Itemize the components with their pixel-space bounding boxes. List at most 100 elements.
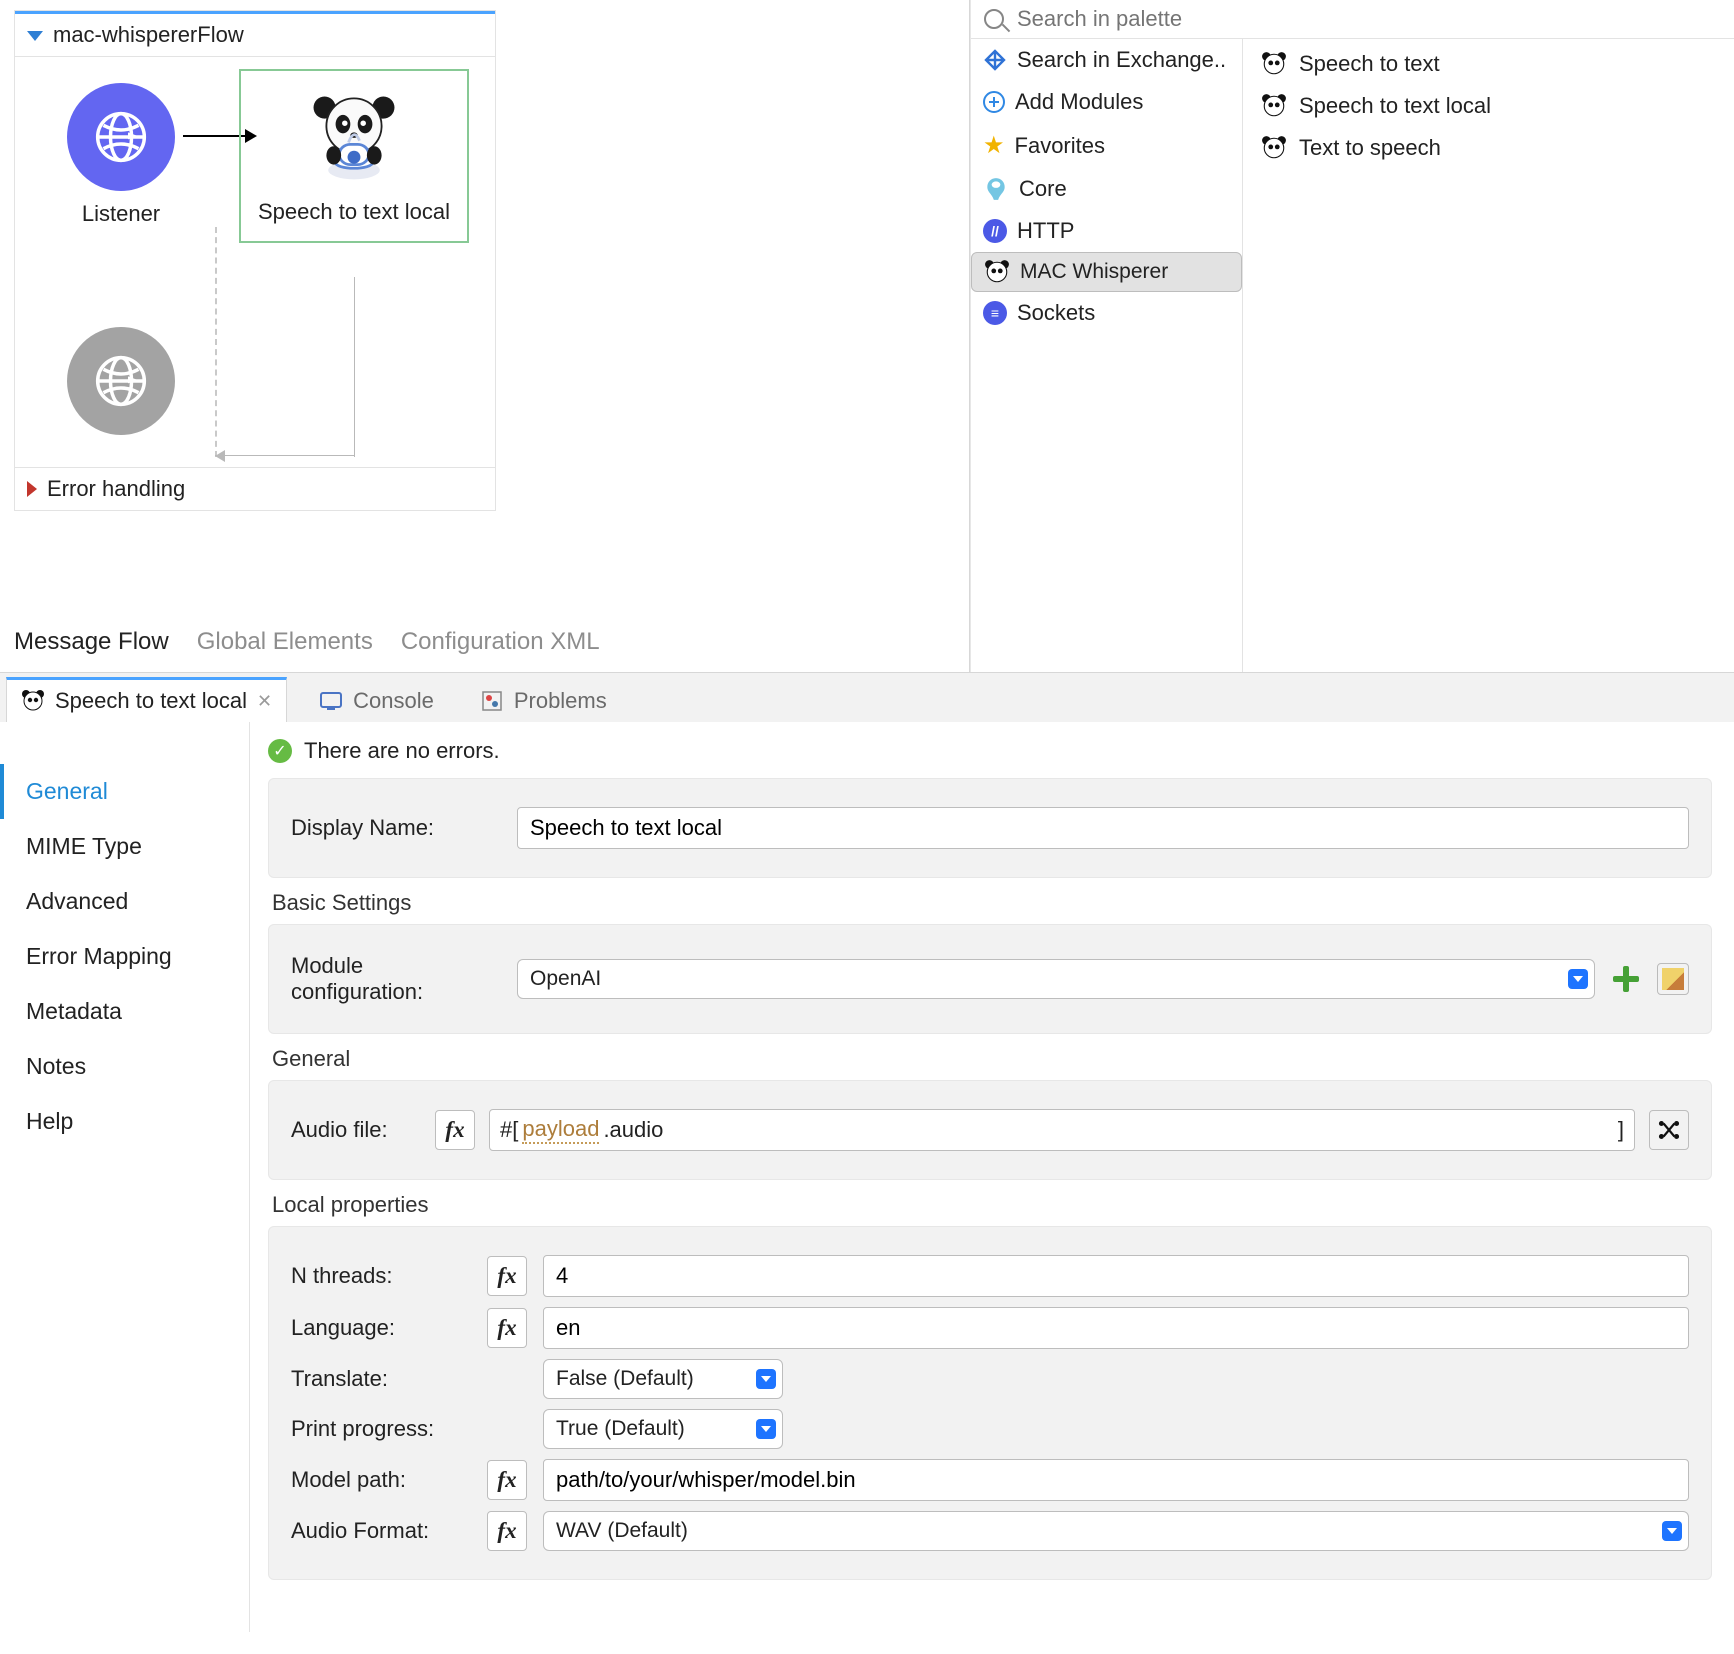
language-input[interactable] — [543, 1307, 1689, 1349]
flow-header[interactable]: mac-whispererFlow — [15, 11, 495, 57]
audio-format-label: Audio Format: — [291, 1518, 471, 1544]
language-label: Language: — [291, 1315, 471, 1341]
dataweave-icon — [1656, 1117, 1682, 1143]
palette-cat-add-modules[interactable]: Add Modules — [971, 81, 1242, 123]
sockets-icon: ≡ — [983, 301, 1007, 325]
close-icon[interactable]: ✕ — [257, 691, 272, 712]
problems-icon — [480, 689, 504, 713]
bottom-tab-problems[interactable]: Problems — [466, 680, 621, 722]
nav-help[interactable]: Help — [0, 1094, 249, 1149]
panda-mini-icon — [1261, 93, 1287, 119]
nav-notes[interactable]: Notes — [0, 1039, 249, 1094]
op-speech-to-text-local[interactable]: Speech to text local — [1243, 85, 1734, 127]
translate-value: False (Default) — [556, 1367, 694, 1391]
display-name-label: Display Name: — [291, 815, 501, 841]
palette-cat-core[interactable]: Core — [971, 168, 1242, 210]
editor-tabs: Message Flow Global Elements Configurati… — [14, 622, 600, 662]
nav-metadata[interactable]: Metadata — [0, 984, 249, 1039]
globe-icon — [93, 109, 149, 165]
nav-mime-type[interactable]: MIME Type — [0, 819, 249, 874]
plus-circle-icon — [983, 91, 1005, 113]
edit-config-button[interactable] — [1657, 963, 1689, 995]
palette-cat-label: Core — [1019, 176, 1067, 202]
listener-node[interactable]: Listener — [21, 83, 221, 227]
globe-grey-icon — [93, 353, 149, 409]
fx-button[interactable]: fx — [487, 1308, 527, 1348]
module-config-select[interactable]: OpenAI — [517, 959, 1595, 999]
general-title: General — [272, 1046, 1708, 1072]
panda-mini-icon — [1261, 135, 1287, 161]
n-threads-input[interactable] — [543, 1255, 1689, 1297]
error-handling-section[interactable]: Error handling — [15, 467, 495, 510]
display-name-input[interactable] — [517, 807, 1689, 849]
op-label: Speech to text local — [1299, 93, 1491, 119]
chevron-down-icon — [1662, 1521, 1682, 1541]
panda-mini-icon — [984, 259, 1010, 285]
palette-cat-http[interactable]: // HTTP — [971, 210, 1242, 252]
properties-side-nav: General MIME Type Advanced Error Mapping… — [0, 722, 250, 1632]
expand-caret-icon[interactable] — [27, 481, 37, 497]
core-icon — [983, 176, 1009, 202]
palette-cat-sockets[interactable]: ≡ Sockets — [971, 292, 1242, 334]
op-speech-to-text[interactable]: Speech to text — [1243, 43, 1734, 85]
module-config-value: OpenAI — [530, 967, 601, 991]
dataweave-button[interactable] — [1649, 1110, 1689, 1150]
error-placeholder-node[interactable] — [21, 327, 221, 435]
flow-canvas[interactable]: mac-whispererFlow Li — [0, 0, 970, 672]
tab-configuration-xml[interactable]: Configuration XML — [401, 622, 600, 662]
nav-general[interactable]: General — [0, 764, 249, 819]
bottom-tab-label: Console — [353, 688, 434, 714]
bottom-tab-console[interactable]: Console — [305, 680, 448, 722]
palette-operation-list: Speech to text Speech to text local Text… — [1243, 39, 1734, 672]
flow-title: mac-whispererFlow — [53, 22, 244, 48]
flow-card: mac-whispererFlow Li — [14, 10, 496, 511]
tab-global-elements[interactable]: Global Elements — [197, 622, 373, 662]
audio-file-expression-input[interactable]: #[ payload .audio ] — [489, 1109, 1635, 1151]
error-handling-label: Error handling — [47, 476, 185, 502]
basic-settings-title: Basic Settings — [272, 890, 1708, 916]
op-text-to-speech[interactable]: Text to speech — [1243, 127, 1734, 169]
listener-label: Listener — [21, 201, 221, 227]
chevron-down-icon — [756, 1369, 776, 1389]
palette-search-input[interactable] — [1017, 6, 1724, 32]
op-label: Speech to text — [1299, 51, 1440, 77]
palette-cat-favorites[interactable]: ★ Favorites — [971, 123, 1242, 168]
stt-local-label: Speech to text local — [251, 199, 457, 225]
palette-cat-search-exchange[interactable]: Search in Exchange.. — [971, 39, 1242, 81]
bottom-tab-stt-local[interactable]: Speech to text local ✕ — [6, 677, 287, 722]
expr-token: payload — [522, 1116, 599, 1144]
properties-panel: General MIME Type Advanced Error Mapping… — [0, 722, 1734, 1632]
chevron-down-icon — [756, 1419, 776, 1439]
fx-button[interactable]: fx — [487, 1256, 527, 1296]
palette-cat-mac-whisperer[interactable]: MAC Whisperer — [971, 252, 1242, 292]
panda-mini-icon — [1261, 51, 1287, 77]
audio-format-select[interactable]: WAV (Default) — [543, 1511, 1689, 1551]
model-path-input[interactable] — [543, 1459, 1689, 1501]
expr-suffix: .audio — [603, 1117, 663, 1143]
palette-cat-label: Sockets — [1017, 300, 1095, 326]
bottom-tab-bar: Speech to text local ✕ Console Problems — [0, 672, 1734, 722]
add-config-button[interactable] — [1611, 964, 1641, 994]
palette-category-list: Search in Exchange.. Add Modules ★ Favor… — [971, 39, 1243, 672]
status-text: There are no errors. — [304, 738, 500, 764]
print-progress-select[interactable]: True (Default) — [543, 1409, 783, 1449]
chevron-down-icon — [1568, 969, 1588, 989]
tab-message-flow[interactable]: Message Flow — [14, 622, 169, 662]
panda-mini-icon — [21, 689, 45, 713]
fx-button[interactable]: fx — [487, 1460, 527, 1500]
audio-format-value: WAV (Default) — [556, 1519, 688, 1543]
nav-error-mapping[interactable]: Error Mapping — [0, 929, 249, 984]
nav-advanced[interactable]: Advanced — [0, 874, 249, 929]
fx-button[interactable]: fx — [487, 1511, 527, 1551]
local-properties-title: Local properties — [272, 1192, 1708, 1218]
properties-form: ✓ There are no errors. Display Name: Bas… — [250, 722, 1734, 1632]
console-icon — [319, 689, 343, 713]
print-progress-value: True (Default) — [556, 1417, 685, 1441]
translate-select[interactable]: False (Default) — [543, 1359, 783, 1399]
collapse-caret-icon[interactable] — [27, 31, 43, 41]
palette-cat-label: HTTP — [1017, 218, 1074, 244]
speech-to-text-local-node[interactable]: Speech to text local — [239, 69, 469, 243]
ok-icon: ✓ — [268, 739, 292, 763]
fx-button[interactable]: fx — [435, 1110, 475, 1150]
n-threads-label: N threads: — [291, 1263, 471, 1289]
